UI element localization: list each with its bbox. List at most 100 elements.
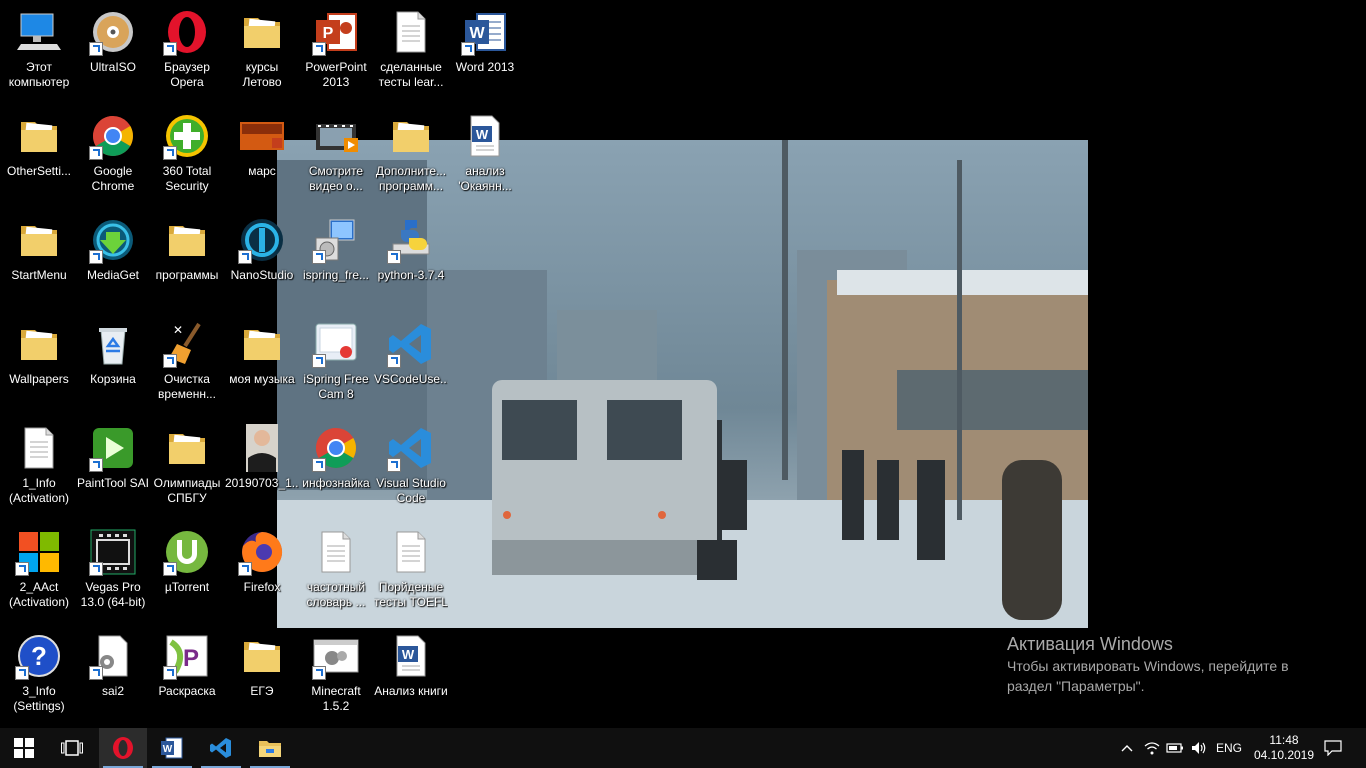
start-button[interactable]: [0, 728, 48, 768]
security-plus-icon: [163, 112, 211, 160]
svg-text:P: P: [183, 645, 199, 672]
desktop-icon-36[interactable]: Firefox: [225, 522, 299, 622]
desktop-icon-14[interactable]: Wанализ 'Окаянн...: [448, 106, 522, 206]
desktop-icon-16[interactable]: MediaGet: [76, 210, 150, 310]
shortcut-arrow-icon: [312, 42, 326, 56]
word-icon: W: [461, 8, 509, 56]
desktop-icon-11[interactable]: марс: [225, 106, 299, 206]
task-view-button[interactable]: [48, 728, 96, 768]
desktop-icon-31[interactable]: инфознайка: [299, 418, 373, 518]
desktop-icon-label: Олимпиады СПБГУ: [153, 476, 221, 505]
paint-icon: P: [163, 632, 211, 680]
presentation-icon: [238, 112, 286, 160]
desktop-icon-3[interactable]: Браузер Opera: [150, 2, 224, 102]
desktop-icon-7[interactable]: W Word 2013: [448, 2, 522, 102]
desktop-icon-8[interactable]: OtherSetti...: [2, 106, 76, 206]
opera-icon: [113, 737, 133, 759]
volume-button[interactable]: [1189, 728, 1209, 768]
desktop-icon-label: sai2: [101, 684, 124, 698]
desktop-icon-22[interactable]: Корзина: [76, 314, 150, 414]
desktop-icon-29[interactable]: Олимпиады СПБГУ: [150, 418, 224, 518]
desktop-icon-18[interactable]: NanoStudio: [225, 210, 299, 310]
utorrent-icon: [163, 528, 211, 576]
desktop-icon-label: моя музыка: [229, 372, 295, 386]
desktop-icon-5[interactable]: P PowerPoint 2013: [299, 2, 373, 102]
taskbar-vscode-button[interactable]: [197, 728, 245, 768]
desktop-icon-label: MediaGet: [86, 268, 140, 282]
input-language-button[interactable]: ENG: [1214, 728, 1244, 768]
desktop-icon-label: инфознайка: [302, 476, 370, 490]
speaker-icon: [1192, 742, 1206, 754]
desktop-icon-40[interactable]: sai2: [76, 626, 150, 726]
desktop-icon-label: Этот компьютер: [8, 60, 70, 89]
desktop-icon-30[interactable]: 20190703_1...: [225, 418, 299, 518]
desktop-icon-39[interactable]: ? 3_Info (Settings): [2, 626, 76, 726]
taskbar-opera-button[interactable]: [99, 728, 147, 768]
disc-icon: [89, 8, 137, 56]
desktop-icon-label: Word 2013: [455, 60, 515, 74]
desktop[interactable]: Этот компьютер UltraISO Браузер Opera курсы…: [0, 0, 1366, 728]
svg-text:W: W: [163, 744, 173, 755]
vscode-icon: [387, 424, 435, 472]
desktop-icon-label: Раскраска: [158, 684, 216, 698]
firefox-icon: [238, 528, 286, 576]
desktop-icon-26[interactable]: VSCodeUse...: [374, 314, 448, 414]
opera-icon: [163, 8, 211, 56]
show-hidden-icons-button[interactable]: [1118, 728, 1136, 768]
desktop-icon-label: 20190703_1...: [225, 476, 299, 490]
task-view-icon: [61, 740, 83, 756]
desktop-icon-21[interactable]: Wallpapers: [2, 314, 76, 414]
desktop-icon-33[interactable]: 2_AAct (Activation): [2, 522, 76, 622]
desktop-icon-34[interactable]: Vegas Pro 13.0 (64-bit): [76, 522, 150, 622]
svg-text:W: W: [476, 127, 489, 142]
desktop-icon-15[interactable]: StartMenu: [2, 210, 76, 310]
network-button[interactable]: [1142, 728, 1162, 768]
desktop-icon-43[interactable]: Minecraft 1.5.2: [299, 626, 373, 726]
shortcut-arrow-icon: [163, 354, 177, 368]
shortcut-arrow-icon: [461, 42, 475, 56]
desktop-icon-24[interactable]: моя музыка: [225, 314, 299, 414]
action-center-button[interactable]: [1320, 728, 1346, 768]
desktop-icon-1[interactable]: Этот компьютер: [2, 2, 76, 102]
desktop-icon-37[interactable]: частотный словарь ...: [299, 522, 373, 622]
desktop-icon-label: частотный словарь ...: [306, 580, 366, 609]
desktop-icon-19[interactable]: ispring_fre...: [299, 210, 373, 310]
desktop-icon-27[interactable]: 1_Info (Activation): [2, 418, 76, 518]
desktop-icon-4[interactable]: курсы Летово: [225, 2, 299, 102]
desktop-icon-23[interactable]: ✕ Очистка временн...: [150, 314, 224, 414]
desktop-icon-9[interactable]: Google Chrome: [76, 106, 150, 206]
desktop-icon-label: Vegas Pro 13.0 (64-bit): [80, 580, 146, 609]
desktop-icon-10[interactable]: 360 Total Security: [150, 106, 224, 206]
installer-icon: [312, 216, 360, 264]
desktop-icon-13[interactable]: Дополните... программ...: [374, 106, 448, 206]
desktop-icon-38[interactable]: Порйденые тесты TOEFL: [374, 522, 448, 622]
desktop-icon-41[interactable]: P Раскраска: [150, 626, 224, 726]
desktop-icon-25[interactable]: iSpring Free Cam 8: [299, 314, 373, 414]
screen-record-icon: [312, 320, 360, 368]
vscode-icon: [210, 738, 231, 758]
desktop-icon-12[interactable]: Смотрите видео о...: [299, 106, 373, 206]
shortcut-arrow-icon: [238, 250, 252, 264]
desktop-icon-35[interactable]: µTorrent: [150, 522, 224, 622]
desktop-icon-label: ЕГЭ: [250, 684, 274, 698]
clock-button[interactable]: 11:48 04.10.2019: [1252, 728, 1316, 768]
desktop-icon-label: python-3.7.4: [377, 268, 445, 282]
taskbar-word-button[interactable]: W: [148, 728, 196, 768]
desktop-icon-32[interactable]: Visual Studio Code: [374, 418, 448, 518]
shortcut-arrow-icon: [89, 562, 103, 576]
taskbar-explorer-button[interactable]: [246, 728, 294, 768]
folder-icon: [15, 216, 63, 264]
recycle-bin-icon: [89, 320, 137, 368]
chevron-up-icon: [1121, 745, 1133, 752]
desktop-icon-20[interactable]: python-3.7.4: [374, 210, 448, 310]
desktop-icon-42[interactable]: ЕГЭ: [225, 626, 299, 726]
play-icon: [89, 424, 137, 472]
battery-button[interactable]: [1165, 728, 1185, 768]
desktop-icon-label: Visual Studio Code: [376, 476, 446, 505]
desktop-icon-17[interactable]: программы: [150, 210, 224, 310]
shortcut-arrow-icon: [387, 458, 401, 472]
desktop-icon-2[interactable]: UltraISO: [76, 2, 150, 102]
desktop-icon-28[interactable]: PaintTool SAI: [76, 418, 150, 518]
desktop-icon-44[interactable]: W Анализ книги: [374, 626, 448, 726]
desktop-icon-6[interactable]: сделанные тесты lear...: [374, 2, 448, 102]
